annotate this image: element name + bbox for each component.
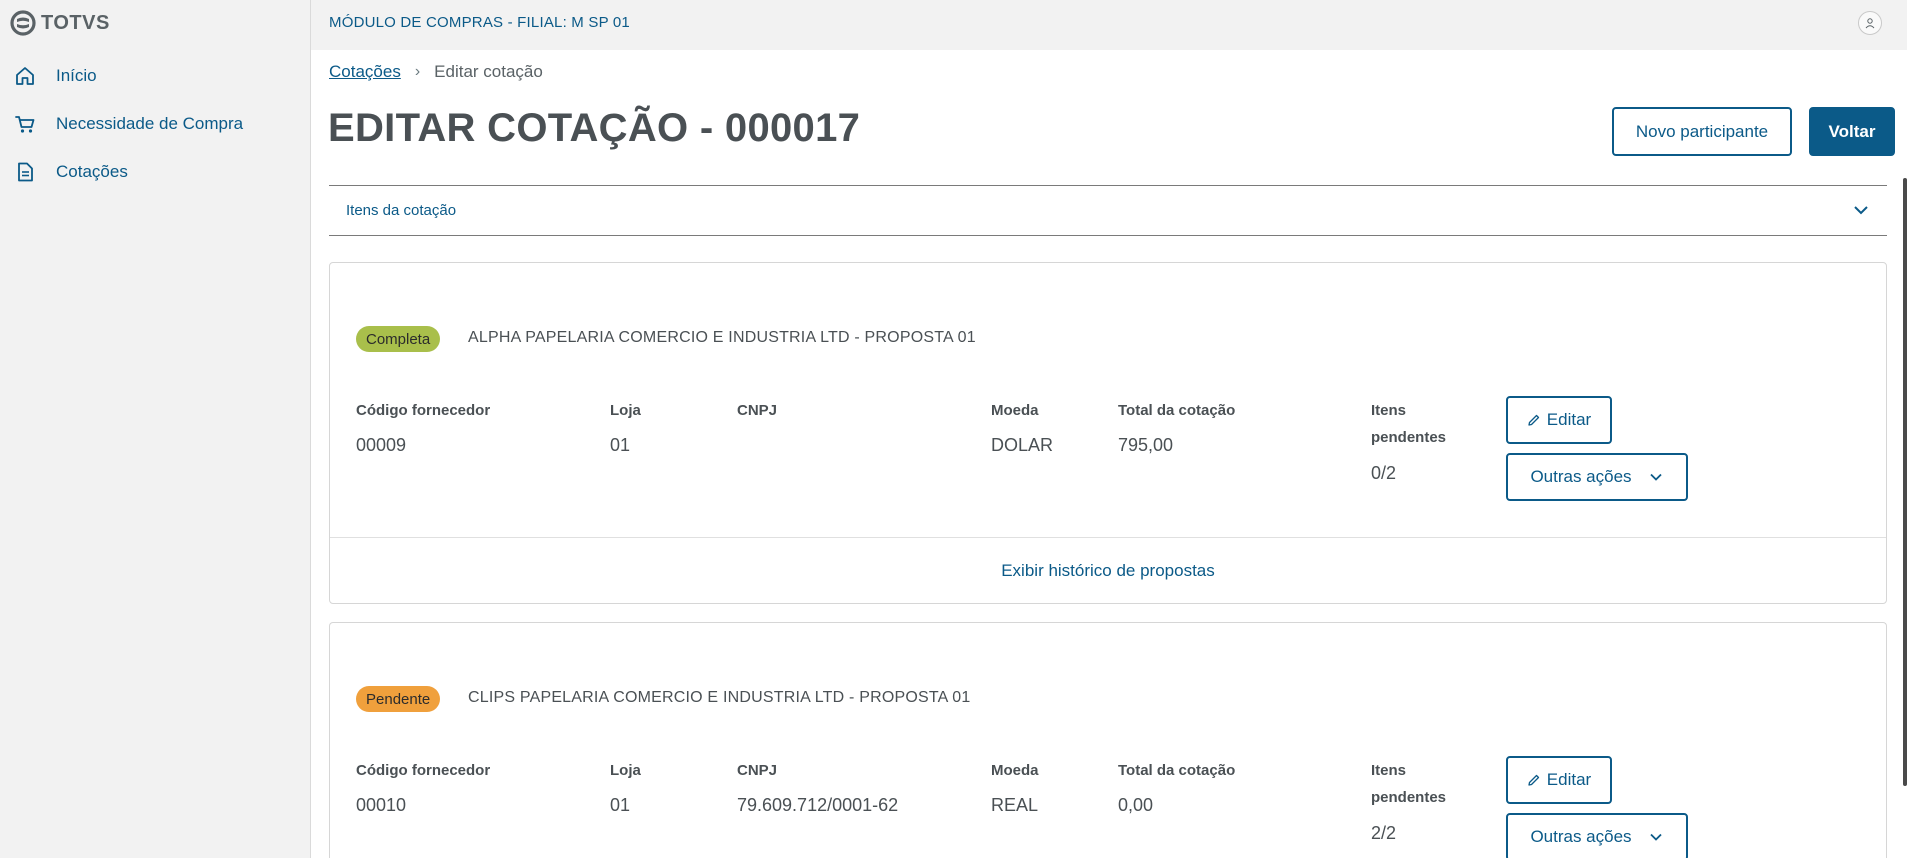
label-total-cotacao: Total da cotação [1118, 762, 1236, 779]
value-itens-pendentes: 0/2 [1371, 463, 1397, 483]
status-badge: Completa [356, 326, 441, 352]
outras-acoes-label: Outras ações [1530, 827, 1632, 846]
pencil-icon [1528, 774, 1539, 786]
top-bar: MÓDULO DE COMPRAS - FILIAL: M SP 01 [311, 0, 1907, 50]
page-title: EDITAR COTAÇÃO - 000017 [328, 106, 861, 150]
label-loja: Loja [610, 402, 641, 419]
proposal-card: Completa ALPHA PAPELARIA COMERCIO E INDU… [329, 262, 1887, 604]
label-pendentes: pendentes [1371, 789, 1447, 806]
editar-button[interactable]: Editar [1506, 756, 1612, 804]
value-itens-pendentes: 2/2 [1371, 823, 1397, 843]
label-pendentes: pendentes [1371, 429, 1447, 446]
value-total-cotacao: 795,00 [1118, 435, 1174, 455]
breadcrumb-current: Editar cotação [434, 62, 543, 81]
label-cnpj: CNPJ [737, 762, 778, 779]
sidebar-item-necessidade[interactable]: Necessidade de Compra [0, 100, 311, 148]
value-codigo-fornecedor: 00009 [356, 435, 407, 455]
label-total-cotacao: Total da cotação [1118, 402, 1236, 419]
sidebar-item-inicio[interactable]: Início [0, 52, 311, 100]
status-badge: Pendente [356, 686, 441, 712]
sidebar-item-label: Necessidade de Compra [56, 114, 244, 133]
value-moeda: REAL [991, 795, 1039, 815]
label-itens: Itens [1371, 762, 1407, 779]
label-codigo-fornecedor: Código fornecedor [356, 402, 491, 419]
value-loja: 01 [610, 435, 631, 455]
exibir-historico-link[interactable]: Exibir histórico de propostas [1001, 561, 1215, 581]
value-total-cotacao: 0,00 [1118, 795, 1154, 815]
label-itens: Itens [1371, 402, 1407, 419]
home-icon [16, 67, 34, 85]
proposal-card: Pendente CLIPS PAPELARIA COMERCIO E INDU… [329, 622, 1887, 858]
outras-acoes-button[interactable]: Outras ações [1506, 813, 1688, 858]
value-cnpj: 79.609.712/0001-62 [737, 795, 899, 815]
user-menu-button[interactable] [1858, 11, 1882, 35]
outras-acoes-label: Outras ações [1530, 467, 1632, 486]
value-loja: 01 [610, 795, 631, 815]
breadcrumb-link-cotacoes[interactable]: Cotações [329, 62, 401, 82]
sidebar-item-cotacoes[interactable]: Cotações [0, 148, 311, 196]
supplier-name: CLIPS PAPELARIA COMERCIO E INDUSTRIA LTD… [468, 689, 971, 706]
document-icon [18, 162, 33, 182]
label-codigo-fornecedor: Código fornecedor [356, 762, 491, 779]
novo-participante-button[interactable]: Novo participante [1612, 107, 1792, 156]
brand[interactable]: TOTVS [10, 10, 110, 36]
card-footer: Exibir histórico de propostas [330, 537, 1886, 603]
sidebar: TOTVS Início Necessidade de Compra Cotaç… [0, 0, 311, 858]
label-cnpj: CNPJ [737, 402, 778, 419]
label-moeda: Moeda [991, 402, 1039, 419]
cart-icon [15, 116, 35, 133]
label-loja: Loja [610, 762, 641, 779]
value-codigo-fornecedor: 00010 [356, 795, 407, 815]
voltar-button[interactable]: Voltar [1809, 107, 1895, 156]
value-moeda: DOLAR [991, 435, 1054, 455]
accordion-itens-cotacao[interactable]: Itens da cotação [329, 185, 1887, 236]
chevron-down-icon [1854, 206, 1868, 215]
totvs-logo-icon [10, 10, 36, 36]
sidebar-nav: Início Necessidade de Compra Cotações [0, 52, 311, 196]
editar-button-label: Editar [1546, 410, 1592, 429]
module-title: MÓDULO DE COMPRAS - FILIAL: M SP 01 [329, 14, 630, 31]
sidebar-item-label: Cotações [56, 162, 128, 181]
chevron-down-icon [1649, 473, 1662, 481]
pencil-icon [1528, 414, 1539, 426]
scrollbar[interactable] [1903, 178, 1907, 786]
chevron-down-icon [1649, 833, 1662, 841]
breadcrumb: Cotações › Editar cotação [329, 62, 543, 82]
chevron-right-icon: › [414, 63, 421, 80]
supplier-name: ALPHA PAPELARIA COMERCIO E INDUSTRIA LTD… [468, 329, 976, 346]
editar-button-label: Editar [1546, 770, 1592, 789]
outras-acoes-button[interactable]: Outras ações [1506, 453, 1688, 501]
sidebar-item-label: Início [56, 66, 97, 85]
editar-button[interactable]: Editar [1506, 396, 1612, 444]
user-icon [1865, 18, 1875, 29]
accordion-label: Itens da cotação [346, 202, 457, 219]
label-moeda: Moeda [991, 762, 1039, 779]
brand-name: TOTVS [41, 11, 110, 34]
